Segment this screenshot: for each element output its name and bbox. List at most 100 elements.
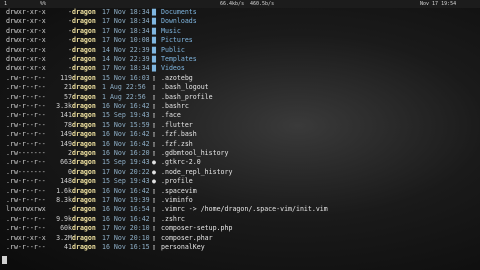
file-size: - bbox=[68, 36, 72, 45]
modified-date: 14 Nov 22:39 bbox=[102, 55, 150, 63]
file-size: - bbox=[68, 26, 72, 35]
file-owner: dragon bbox=[72, 83, 96, 92]
file-name: Music bbox=[161, 26, 181, 35]
file-size: 78 bbox=[64, 120, 72, 129]
permissions: .rw-r--r-- bbox=[6, 92, 46, 101]
file-size: 60k bbox=[60, 224, 72, 233]
file-name: .azotebg bbox=[161, 73, 193, 82]
file-size: 3.2M bbox=[56, 233, 72, 242]
file-size: - bbox=[68, 8, 72, 16]
network-speed: 66.4kb/s bbox=[220, 1, 245, 7]
file-name: composer.phar bbox=[161, 233, 213, 242]
modified-date: 16 Nov 16:20 bbox=[102, 149, 150, 157]
file-type-icon: ● bbox=[152, 158, 156, 167]
modified-date: 15 Sep 19:43 bbox=[102, 111, 150, 120]
file-owner: dragon bbox=[72, 36, 96, 45]
file-name: Pictures bbox=[161, 36, 193, 45]
permissions: .rw-r--r-- bbox=[6, 243, 46, 251]
file-size: 119 bbox=[60, 73, 72, 82]
permissions: drwxr-xr-x bbox=[6, 17, 46, 26]
file-size: - bbox=[68, 64, 72, 73]
file-size: 8.3k bbox=[56, 196, 72, 204]
file-owner: dragon bbox=[72, 233, 96, 242]
file-name: .zshrc bbox=[161, 214, 185, 223]
file-name: .face bbox=[161, 111, 181, 120]
permissions: .rw-r--r-- bbox=[6, 102, 46, 110]
file-owner: dragon bbox=[72, 186, 96, 195]
permissions: lrwxrwxrwx bbox=[6, 205, 46, 214]
permissions: drwxr-xr-x bbox=[6, 26, 46, 35]
file-owner: dragon bbox=[72, 17, 96, 26]
modified-date: 17 Nov 20:10 bbox=[102, 233, 150, 242]
file-size: 0 bbox=[68, 167, 72, 176]
file-name: personalKey bbox=[161, 243, 205, 251]
file-type-icon: ▯ bbox=[152, 130, 156, 139]
terminal-tab[interactable]: %% bbox=[40, 0, 46, 8]
file-name: .gtkrc-2.0 bbox=[161, 158, 201, 167]
file-type-icon: ▯ bbox=[152, 243, 156, 251]
file-owner: dragon bbox=[72, 167, 96, 176]
permissions: .rw-r--r-- bbox=[6, 111, 46, 120]
file-owner: dragon bbox=[72, 120, 96, 129]
modified-date: 17 Nov 20:22 bbox=[102, 167, 150, 176]
modified-date: 1 Aug 22:56 bbox=[102, 83, 146, 92]
file-owner: dragon bbox=[72, 55, 96, 63]
file-size: 1.6k bbox=[56, 186, 72, 195]
modified-date: 1 Aug 22:56 bbox=[102, 92, 146, 101]
file-type-icon: ▯ bbox=[152, 186, 156, 195]
modified-date: 17 Nov 19:39 bbox=[102, 196, 150, 204]
file-owner: dragon bbox=[72, 64, 96, 73]
file-name: .node_repl_history bbox=[161, 167, 233, 176]
permissions: .rw-r--r-- bbox=[6, 214, 46, 223]
file-type-icon: ▯ bbox=[152, 233, 156, 242]
permissions: .rw-r--r-- bbox=[6, 139, 46, 148]
file-owner: dragon bbox=[72, 158, 96, 167]
permissions: .rw-r--r-- bbox=[6, 120, 46, 129]
file-type-icon: ▇ bbox=[152, 17, 156, 26]
file-size: 9.9k bbox=[56, 214, 72, 223]
modified-date: 16 Nov 16:15 bbox=[102, 243, 150, 251]
clock: Nov 17 19:54 bbox=[420, 1, 457, 7]
file-name: Templates bbox=[161, 55, 197, 63]
file-type-icon: ▯ bbox=[152, 149, 156, 157]
file-owner: dragon bbox=[72, 196, 96, 204]
file-name: .fzf.zsh bbox=[161, 139, 193, 148]
permissions: .rw-r--r-- bbox=[6, 186, 46, 195]
file-size: 3.3k bbox=[56, 102, 72, 110]
file-type-icon: ▇ bbox=[152, 26, 156, 35]
modified-date: 16 Nov 16:54 bbox=[102, 205, 150, 214]
file-size: 141 bbox=[60, 111, 72, 120]
workspace-indicator[interactable]: 1 bbox=[4, 0, 7, 8]
file-name: .bashrc bbox=[161, 102, 189, 110]
modified-date: 16 Nov 16:42 bbox=[102, 139, 150, 148]
file-owner: dragon bbox=[72, 243, 96, 251]
permissions: .rw------- bbox=[6, 149, 46, 157]
modified-date: 17 Nov 18:34 bbox=[102, 8, 150, 16]
modified-date: 16 Nov 16:42 bbox=[102, 214, 150, 223]
file-type-icon: ▯ bbox=[152, 73, 156, 82]
modified-date: 17 Nov 18:34 bbox=[102, 17, 150, 26]
permissions: .rw-r--r-- bbox=[6, 224, 46, 233]
file-owner: dragon bbox=[72, 26, 96, 35]
file-type-icon: ▯ bbox=[152, 83, 156, 92]
file-owner: dragon bbox=[72, 149, 96, 157]
file-owner: dragon bbox=[72, 224, 96, 233]
file-name: .profile bbox=[161, 177, 193, 186]
permissions: .rw-r--r-- bbox=[6, 73, 46, 82]
file-size: - bbox=[68, 45, 72, 54]
file-name: .gdbmtool_history bbox=[161, 149, 229, 157]
file-name: .bash_logout bbox=[161, 83, 209, 92]
modified-date: 16 Nov 16:42 bbox=[102, 186, 150, 195]
file-owner: dragon bbox=[72, 8, 96, 16]
modified-date: 17 Nov 10:08 bbox=[102, 36, 150, 45]
network-speed-secondary: 460.5b/s bbox=[250, 1, 275, 7]
modified-date: 16 Nov 16:42 bbox=[102, 130, 150, 139]
file-size: 148 bbox=[60, 177, 72, 186]
terminal-window[interactable]: drwxr-xr-x - dragon 17 Nov 18:34 ▇ Documents d… bbox=[0, 8, 480, 270]
file-owner: dragon bbox=[72, 205, 96, 214]
file-name: .spacevim bbox=[161, 186, 197, 195]
file-name: .flutter bbox=[161, 120, 193, 129]
file-owner: dragon bbox=[72, 45, 96, 54]
file-type-icon: ▯ bbox=[152, 224, 156, 233]
file-owner: dragon bbox=[72, 73, 96, 82]
